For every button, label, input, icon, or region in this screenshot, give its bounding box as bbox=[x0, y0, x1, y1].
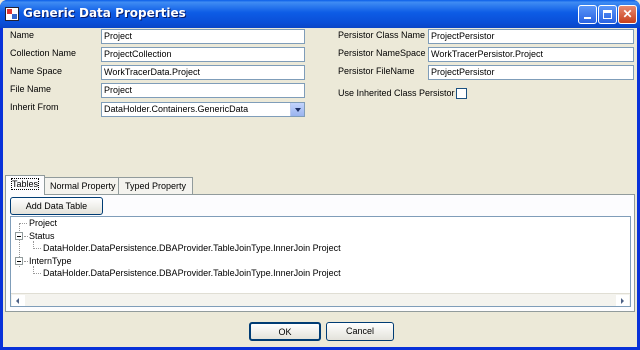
inherit-from-value: DataHolder.Containers.GenericData bbox=[104, 104, 249, 114]
inherit-from-label: Inherit From bbox=[10, 102, 59, 112]
tables-panel: Add Data Table Project Status DataHolder… bbox=[5, 194, 635, 312]
window-title: Generic Data Properties bbox=[23, 6, 186, 20]
tree-line bbox=[24, 261, 28, 262]
horizontal-scrollbar[interactable] bbox=[11, 293, 630, 306]
minimize-button[interactable] bbox=[578, 5, 597, 24]
tab-typed-property[interactable]: Typed Property bbox=[118, 177, 194, 195]
persistor-filename-field[interactable]: ProjectPersistor bbox=[428, 65, 634, 80]
collection-name-label: Collection Name bbox=[10, 48, 77, 58]
use-inherited-label: Use Inherited Class Persistor bbox=[338, 88, 455, 98]
close-button[interactable]: ✕ bbox=[618, 5, 637, 24]
name-space-label: Name Space bbox=[10, 66, 63, 76]
persistor-namespace-field[interactable]: WorkTracerPersistor.Project bbox=[428, 47, 634, 62]
scroll-right-icon[interactable] bbox=[616, 295, 629, 306]
tree-line bbox=[33, 273, 41, 274]
close-icon: ✕ bbox=[622, 7, 633, 21]
tab-typed-property-label: Typed Property bbox=[125, 181, 187, 191]
file-name-field[interactable]: Project bbox=[101, 83, 305, 98]
maximize-icon bbox=[603, 10, 612, 19]
chevron-down-icon[interactable] bbox=[290, 103, 304, 116]
add-data-table-button[interactable]: Add Data Table bbox=[10, 197, 103, 215]
table-tree[interactable]: Project Status DataHolder.DataPersistenc… bbox=[10, 216, 631, 307]
title-bar[interactable]: Generic Data Properties ✕ bbox=[0, 0, 640, 28]
tab-normal-property[interactable]: Normal Property bbox=[43, 177, 123, 195]
use-inherited-checkbox[interactable] bbox=[456, 88, 467, 99]
tab-normal-property-label: Normal Property bbox=[50, 181, 116, 191]
dialog-window: Generic Data Properties ✕ Name Project C… bbox=[0, 0, 640, 350]
tree-node-status-join[interactable]: DataHolder.DataPersistence.DBAProvider.T… bbox=[43, 243, 341, 253]
cancel-button[interactable]: Cancel bbox=[326, 322, 394, 341]
tree-line bbox=[19, 223, 27, 224]
collapse-icon[interactable] bbox=[15, 257, 23, 265]
tree-node-interntype-join[interactable]: DataHolder.DataPersistence.DBAProvider.T… bbox=[43, 268, 341, 278]
maximize-button[interactable] bbox=[598, 5, 617, 24]
persistor-namespace-label: Persistor NameSpace bbox=[338, 48, 426, 58]
tab-tables[interactable]: Tables bbox=[5, 175, 46, 195]
collection-name-field[interactable]: ProjectCollection bbox=[101, 47, 305, 62]
collapse-icon[interactable] bbox=[15, 232, 23, 240]
persistor-class-name-field[interactable]: ProjectPersistor bbox=[428, 29, 634, 44]
tree-node-status[interactable]: Status bbox=[29, 231, 55, 241]
name-label: Name bbox=[10, 30, 35, 40]
tab-tables-label: Tables bbox=[10, 178, 40, 190]
persistor-class-name-label: Persistor Class Name bbox=[338, 30, 426, 40]
file-name-label: File Name bbox=[10, 84, 52, 94]
tree-node-root[interactable]: Project bbox=[29, 218, 57, 228]
name-space-field[interactable]: WorkTracerData.Project bbox=[101, 65, 305, 80]
name-field[interactable]: Project bbox=[101, 29, 305, 44]
tree-line bbox=[33, 248, 41, 249]
scroll-left-icon[interactable] bbox=[12, 295, 25, 306]
app-icon[interactable] bbox=[5, 7, 19, 21]
minimize-icon bbox=[584, 17, 591, 19]
tree-line bbox=[24, 236, 28, 237]
inherit-from-select[interactable]: DataHolder.Containers.GenericData bbox=[101, 102, 305, 117]
dialog-body: Name Project Collection Name ProjectColl… bbox=[3, 28, 637, 347]
persistor-filename-label: Persistor FileName bbox=[338, 66, 415, 76]
tree-node-interntype[interactable]: InternType bbox=[29, 256, 72, 266]
ok-button[interactable]: OK bbox=[249, 322, 321, 341]
